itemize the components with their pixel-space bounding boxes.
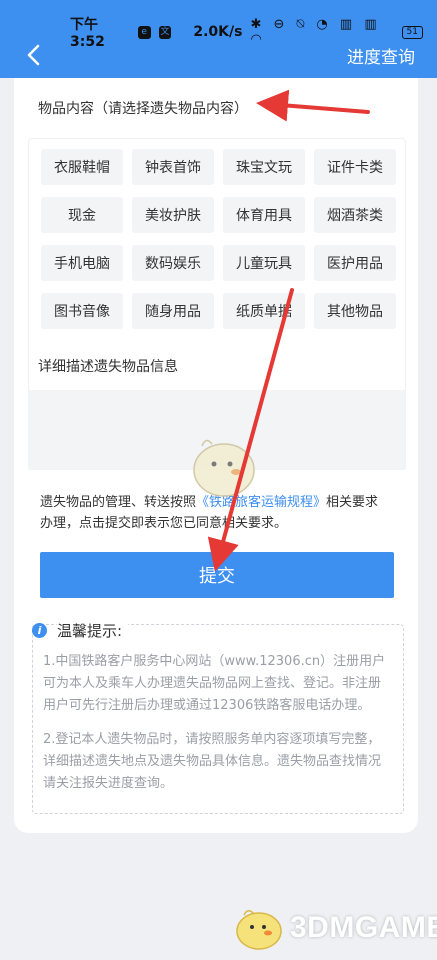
category-chip[interactable]: 医护用品	[314, 245, 396, 281]
category-chip[interactable]: 体育用具	[223, 197, 305, 233]
tip-item: 1.中国铁路客户服务中心网站（www.12306.cn）注册用户可为本人及乘车人…	[43, 654, 386, 713]
description-textarea[interactable]	[28, 390, 406, 470]
category-chip[interactable]: 其他物品	[314, 293, 396, 329]
category-chip[interactable]: 儿童玩具	[223, 245, 305, 281]
description-label: 详细描述遗失物品信息	[38, 359, 178, 375]
category-chip[interactable]: 现金	[41, 197, 123, 233]
lost-item-form-card: 物品内容（请选择遗失物品内容） 衣服鞋帽 钟表首饰 珠宝文玩 证件卡类 现金 美…	[14, 78, 418, 833]
category-chip[interactable]: 随身用品	[132, 293, 214, 329]
chevron-left-icon	[27, 44, 40, 66]
category-chip[interactable]: 手机电脑	[41, 245, 123, 281]
category-chip[interactable]: 珠宝文玩	[223, 149, 305, 185]
category-panel: 衣服鞋帽 钟表首饰 珠宝文玩 证件卡类 现金 美妆护肤 体育用具 烟酒茶类 手机…	[28, 138, 406, 420]
category-chip[interactable]: 烟酒茶类	[314, 197, 396, 233]
regulation-link[interactable]: 《铁路旅客运输规程》	[196, 495, 326, 510]
tip-item: 2.登记本人遗失物品时，请按照服务单内容逐项填写完整，详细描述遗失地点及遗失物品…	[43, 732, 382, 791]
progress-query-link[interactable]: 进度查询	[347, 43, 415, 68]
watermark-text: 3DMGAME	[290, 911, 437, 944]
tips-title: 温馨提示:	[57, 620, 129, 641]
category-chip[interactable]: 数码娱乐	[132, 245, 214, 281]
category-chip[interactable]: 纸质单据	[223, 293, 305, 329]
tips-header: i 温馨提示:	[32, 620, 129, 641]
notice-text: 遗失物品的管理、转送按照《铁路旅客运输规程》相关要求办理，点击提交即表示您已同意…	[40, 492, 390, 534]
battery-icon: 51	[401, 25, 423, 39]
app-notification-icon-2: 文	[158, 25, 172, 39]
status-bar: 下午3:52 e 文 2.0K/s ✱ ⊖ ⍉ ◔ ▥ ▥ ◠ 51	[70, 17, 423, 50]
category-grid: 衣服鞋帽 钟表首饰 珠宝文玩 证件卡类 现金 美妆护肤 体育用具 烟酒茶类 手机…	[41, 149, 396, 329]
chick-logo-icon	[236, 910, 282, 950]
app-notification-icon: e	[137, 25, 151, 39]
network-speed: 2.0K/s	[193, 24, 243, 40]
site-watermark: 3DMGAME	[232, 905, 437, 951]
category-chip[interactable]: 衣服鞋帽	[41, 149, 123, 185]
category-label: 物品内容（请选择遗失物品内容）	[38, 101, 248, 117]
category-chip[interactable]: 美妆护肤	[132, 197, 214, 233]
top-bar: 下午3:52 e 文 2.0K/s ✱ ⊖ ⍉ ◔ ▥ ▥ ◠ 51 进度查询	[0, 0, 437, 78]
status-time: 下午3:52	[70, 17, 105, 50]
back-button[interactable]	[22, 40, 46, 70]
submit-button[interactable]: 提交	[40, 552, 394, 598]
category-chip[interactable]: 证件卡类	[314, 149, 396, 185]
notice-prefix: 遗失物品的管理、转送按照	[40, 495, 197, 510]
info-icon: i	[32, 623, 47, 638]
tips-box: 1.中国铁路客户服务中心网站（www.12306.cn）注册用户可为本人及乘车人…	[32, 624, 404, 814]
category-chip[interactable]: 图书音像	[41, 293, 123, 329]
category-chip[interactable]: 钟表首饰	[132, 149, 214, 185]
